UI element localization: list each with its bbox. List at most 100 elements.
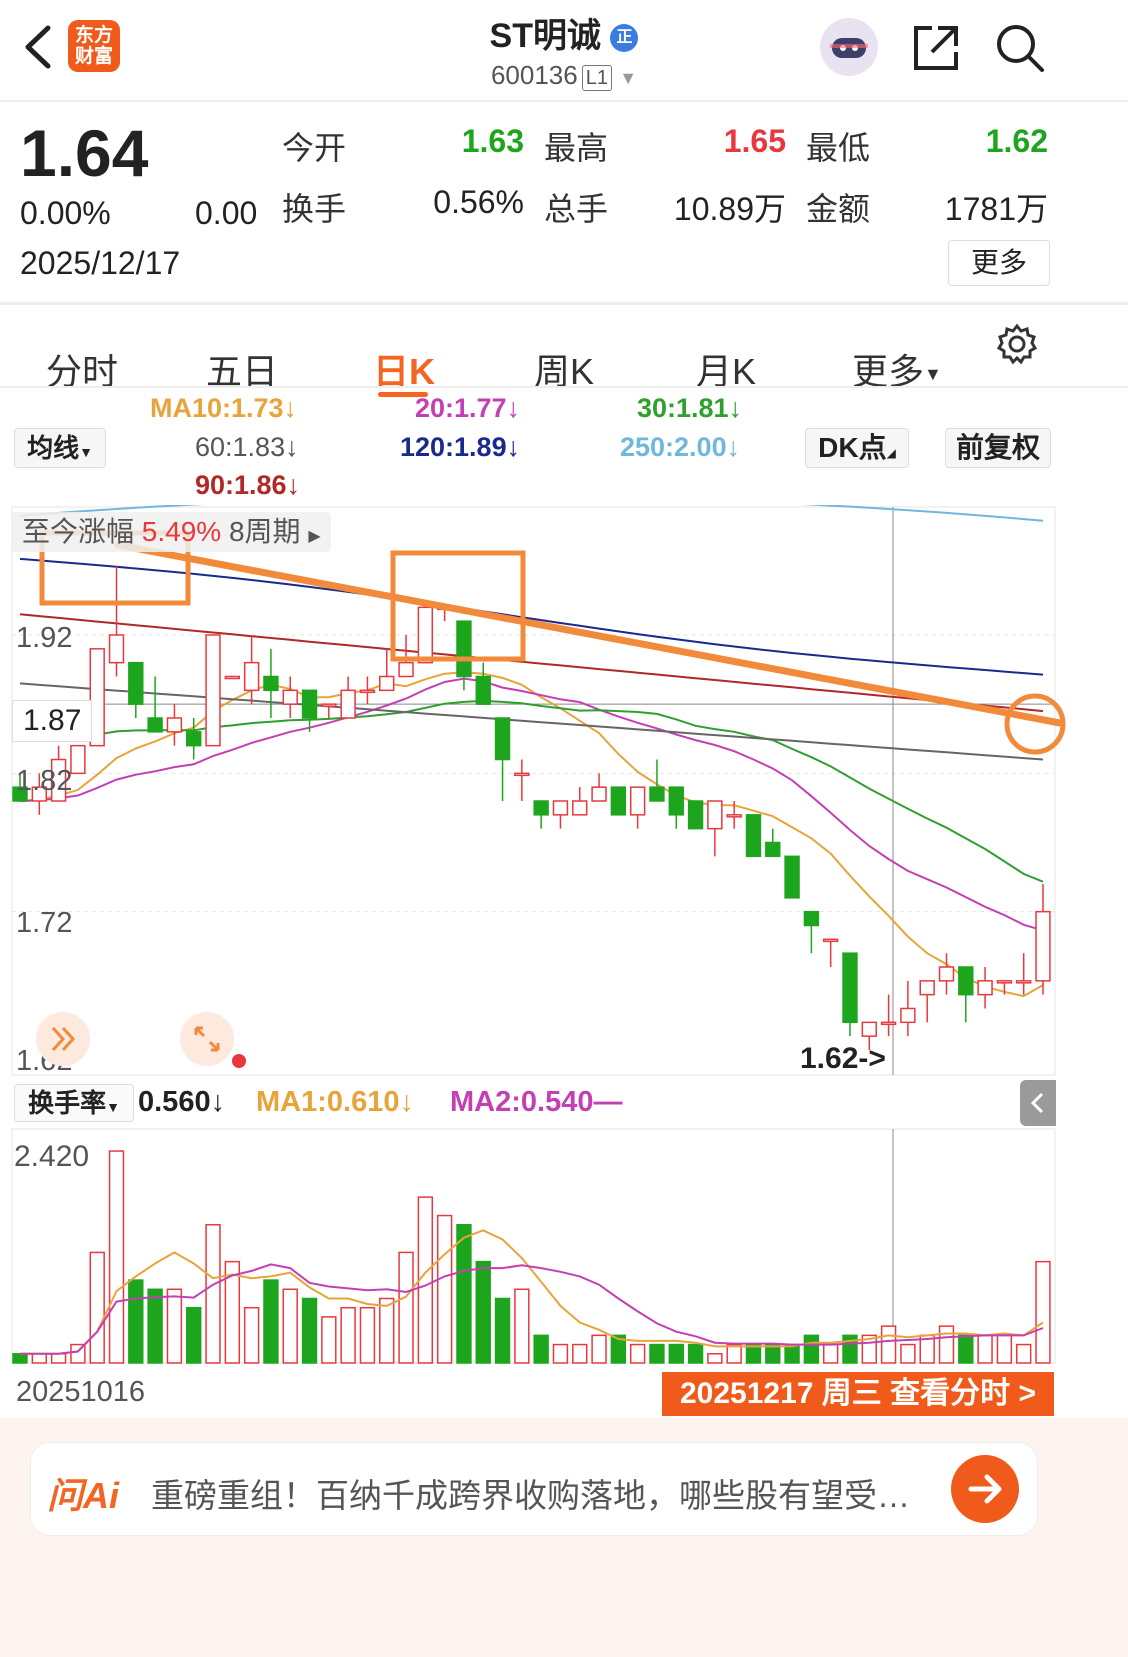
turnover-bar xyxy=(996,1334,1013,1364)
turnover-bar xyxy=(629,1343,646,1364)
amount-value: 1781万 xyxy=(944,191,1048,227)
collapse-panel-button[interactable] xyxy=(1020,1080,1056,1126)
ai-question-text: 重磅重组！百纳千成跨界收购落地，哪些股有望受… xyxy=(151,1477,910,1514)
candle-body xyxy=(880,1021,897,1026)
turnover-bar xyxy=(243,1306,260,1364)
candle-body xyxy=(321,703,337,707)
candle-body xyxy=(205,634,221,747)
level-badge: L1 xyxy=(581,65,612,91)
candle-body xyxy=(938,966,955,982)
quote-date: 2025/12/17 xyxy=(20,245,181,281)
candle-body xyxy=(977,980,993,996)
high-label: 最高 xyxy=(544,130,609,166)
turnover-bar xyxy=(205,1224,221,1364)
high-value: 1.65 xyxy=(723,123,786,159)
candle-body xyxy=(572,800,588,816)
candle-body xyxy=(707,800,723,830)
turnover-bar xyxy=(552,1343,569,1364)
low-label: 最低 xyxy=(806,130,871,166)
ai-logo: 问Ai xyxy=(47,1475,120,1516)
crosshair-price-label: 1.87 xyxy=(12,700,93,742)
start-date: 20251016 xyxy=(16,1376,146,1408)
volume-label: 总手 xyxy=(544,191,609,227)
candle-body xyxy=(1035,910,1051,982)
turnover-bar xyxy=(938,1325,955,1364)
share-icon[interactable] xyxy=(910,22,962,74)
candle-body xyxy=(745,814,762,858)
caret-down-icon: ▼ xyxy=(924,363,942,384)
turnover-bar xyxy=(514,1288,530,1364)
candle-body xyxy=(301,689,318,719)
candle-body xyxy=(108,634,125,664)
turnover-bar xyxy=(321,1316,337,1364)
turnover-bar xyxy=(263,1279,279,1364)
candle-body xyxy=(128,661,144,705)
ma60-value: 60:1.83↓ xyxy=(195,432,299,462)
turnover-bar xyxy=(668,1343,684,1364)
expand-icon[interactable] xyxy=(180,1012,234,1066)
change-value: 0.00 xyxy=(195,195,258,231)
turnover-chart[interactable] xyxy=(0,1125,1128,1370)
ma10-value: MA10:1.73↓ xyxy=(150,393,298,423)
turnover-selector-label: 换手率 xyxy=(28,1088,107,1118)
candle-body xyxy=(784,855,800,899)
view-intraday-button[interactable]: 20251217 周三 查看分时 > xyxy=(662,1372,1054,1416)
ma90-value: 90:1.86↓ xyxy=(195,470,301,500)
low-marker: 1.62-> xyxy=(800,1042,886,1075)
candle-body xyxy=(533,800,549,816)
ma-selector[interactable]: 均线▼ xyxy=(14,428,106,468)
ma20-value: 20:1.77↓ xyxy=(415,393,521,423)
turnover-bar xyxy=(456,1224,472,1364)
y-tick-1-82: 1.82 xyxy=(16,765,73,797)
turnover-bar xyxy=(301,1297,318,1364)
candle-body xyxy=(552,800,569,816)
turnover-bar xyxy=(147,1288,163,1364)
gear-icon[interactable] xyxy=(995,322,1039,366)
candle-body xyxy=(166,717,183,733)
candlestick-chart[interactable] xyxy=(0,505,1128,1080)
open-value: 1.63 xyxy=(461,123,524,159)
candle-body xyxy=(900,1007,916,1024)
candle-body xyxy=(958,966,974,996)
dk-point-button[interactable]: DK点◢ xyxy=(805,428,909,468)
search-icon[interactable] xyxy=(994,22,1046,74)
turnover-bar xyxy=(108,1150,125,1364)
notification-dot xyxy=(232,1054,246,1068)
turnover-bar xyxy=(89,1251,105,1364)
range-label-box[interactable]: 至今涨幅 5.49% 8周期 ▶ xyxy=(12,512,331,552)
more-quote-button[interactable]: 更多 xyxy=(948,240,1050,286)
candle-body xyxy=(803,910,820,927)
ma120-line xyxy=(19,557,1044,676)
robot-assistant-icon[interactable] xyxy=(820,18,878,76)
verified-badge: 正 xyxy=(610,24,639,53)
volume-value: 10.89万 xyxy=(673,191,786,227)
turnover-bar xyxy=(880,1325,897,1364)
annotation-trendline xyxy=(114,541,1064,727)
ma250-value: 250:2.00↓ xyxy=(620,432,741,462)
candle-body xyxy=(494,717,511,761)
ai-question-bar[interactable]: 问Ai 重磅重组！百纳千成跨界收购落地，哪些股有望受… xyxy=(30,1442,1038,1536)
turnover-bar xyxy=(572,1343,588,1364)
turnover-bar xyxy=(436,1214,453,1364)
forward-adjust-button[interactable]: 前复权 xyxy=(945,428,1051,468)
turnover-bar xyxy=(494,1297,511,1364)
turnover-bar xyxy=(687,1343,704,1364)
turnover-selector[interactable]: 换手率▼ xyxy=(14,1084,134,1122)
caret-down-icon: ▼ xyxy=(79,444,93,460)
ma30-value: 30:1.81↓ xyxy=(637,393,743,423)
turnover-bar xyxy=(31,1353,48,1364)
turnover-bar xyxy=(12,1353,28,1364)
candle-body xyxy=(340,689,356,719)
turnover-bar xyxy=(591,1334,607,1364)
arrow-right-icon[interactable] xyxy=(951,1455,1019,1523)
turnover-bar xyxy=(282,1288,298,1364)
candle-body xyxy=(822,938,839,943)
turnover-current: 0.560↓ xyxy=(138,1086,226,1118)
turnover-bar xyxy=(398,1251,414,1364)
candle-body xyxy=(842,952,858,1024)
chart-frame xyxy=(11,506,1056,1076)
chevron-right-icon: ▶ xyxy=(308,528,321,545)
candle-body xyxy=(379,675,395,692)
candle-body xyxy=(70,744,86,775)
double-chevron-icon[interactable] xyxy=(36,1012,90,1066)
